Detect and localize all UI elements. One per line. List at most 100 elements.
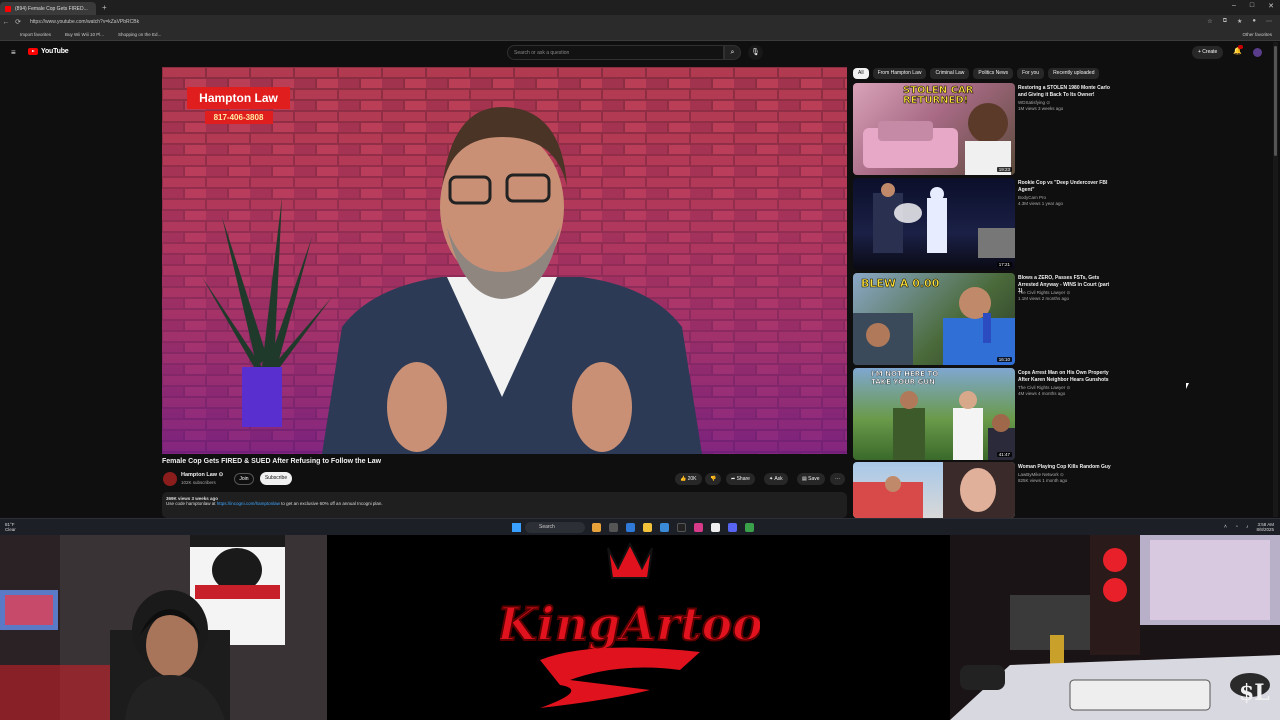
search-input[interactable]: Search or ask a question (507, 45, 724, 60)
maximize-icon[interactable]: □ (1250, 2, 1254, 10)
search-button[interactable]: ⌕ (724, 45, 741, 60)
volume-icon[interactable]: ♪ (1246, 524, 1249, 530)
refresh-icon[interactable]: ⟳ (12, 18, 24, 26)
recommendation-item[interactable]: I'M NOT HERE TO TAKE YOUR GUN 41:47 Cops… (853, 368, 1115, 460)
dislike-button[interactable]: 👎 (705, 473, 722, 485)
duration-badge: 19:23 (996, 167, 1012, 172)
kingartoo-logo: KingArtoo (500, 541, 760, 708)
tiktok-icon[interactable] (677, 523, 686, 532)
taskbar-clock[interactable]: 3:58 AM 8/8/2025 (1256, 522, 1274, 532)
chip-politics-news[interactable]: Politics News (973, 68, 1014, 79)
back-icon[interactable]: ← (0, 19, 12, 26)
task-view-icon[interactable] (609, 523, 618, 532)
browser-tab-active[interactable]: (894) Female Cop Gets FIRED... (0, 2, 96, 15)
extensions-icon[interactable]: ⧉ (1223, 18, 1227, 25)
minimize-icon[interactable]: – (1232, 2, 1236, 10)
like-button[interactable]: 👍 20K (675, 473, 702, 485)
video-thumbnail[interactable]: BLEW A 0.00 16:10 (853, 273, 1015, 365)
join-button[interactable]: Join (234, 473, 254, 485)
bookmark-item[interactable]: Shopping on the Ed... (118, 32, 161, 37)
edge-icon[interactable] (626, 523, 635, 532)
channel-avatar[interactable] (163, 472, 177, 486)
ask-button[interactable]: ✦ Ask (764, 473, 788, 485)
recommendation-item[interactable]: STOLEN CAR RETURNED! 19:23 Restoring a S… (853, 83, 1115, 175)
discord-icon[interactable] (728, 523, 737, 532)
app-icon[interactable] (592, 523, 601, 532)
desktop-screen: (894) Female Cop Gets FIRED... + – □ ✕ ←… (0, 0, 1280, 535)
youtube-favicon-icon (5, 5, 11, 12)
duration-badge: 16:10 (996, 357, 1012, 362)
save-label: Save (808, 476, 820, 482)
desc-link[interactable]: https://incogni.com/hamptonlaw (217, 501, 280, 506)
address-bar-row: ← ⟳ https://www.youtube.com/watch?v=kZaV… (0, 15, 1280, 29)
desc-prefix: Use code hamptonlaw at (166, 501, 216, 506)
bookmark-item[interactable]: Import favorites (20, 32, 51, 37)
search-icon: ⌕ (730, 49, 735, 56)
video-thumbnail[interactable]: 17:21 (853, 178, 1015, 270)
taskbar-search[interactable]: Search (525, 522, 585, 533)
new-tab-button[interactable]: + (102, 3, 107, 12)
taskbar-search-label: Search (539, 524, 555, 530)
app-icon[interactable] (711, 523, 720, 532)
notification-badge (1238, 45, 1243, 49)
account-avatar[interactable] (1253, 48, 1262, 57)
description-box[interactable]: 369K views 3 weeks ago Use code hamptonl… (162, 492, 847, 518)
create-button[interactable]: + Create (1192, 46, 1224, 59)
hamburger-menu-icon[interactable]: ≡ (11, 48, 16, 57)
taskbar-pinned-apps (592, 523, 754, 532)
save-button[interactable]: ▤ Save (797, 473, 825, 485)
profile-icon[interactable]: ● (1252, 18, 1256, 25)
star-icon[interactable]: ☆ (1207, 18, 1212, 25)
instagram-icon[interactable] (694, 523, 703, 532)
subscribe-button[interactable]: Subscribe (260, 472, 292, 485)
logo-text: YouTube (41, 48, 69, 55)
thumbnail-text: I'M NOT HERE TO TAKE YOUR GUN (871, 370, 939, 386)
video-thumbnail[interactable]: I'M NOT HERE TO TAKE YOUR GUN 41:47 (853, 368, 1015, 460)
description-text: Use code hamptonlaw at https://incogni.c… (166, 501, 843, 506)
logo-wordmark: KingArtoo (500, 597, 760, 651)
bookmark-item[interactable]: Buy Wii Wiii 10 Pl... (65, 32, 104, 37)
recommendation-item[interactable]: BLEW A 0.00 16:10 Blows a ZERO, Passes F… (853, 273, 1115, 365)
url-field[interactable]: https://www.youtube.com/watch?v=kZaVPbRC… (30, 19, 139, 25)
windows-start-icon[interactable] (512, 523, 521, 532)
other-favorites[interactable]: Other favorites (1242, 32, 1272, 37)
chip-criminal-law[interactable]: Criminal Law (930, 68, 970, 79)
chip-recently-uploaded[interactable]: Recently uploaded (1048, 68, 1100, 79)
favorites-icon[interactable]: ★ (1237, 18, 1242, 25)
tray-chevron-icon[interactable]: ˄ (1224, 524, 1227, 530)
rec-title: Restoring a STOLEN 1980 Monte Carlo and … (1018, 85, 1110, 98)
ask-label: Ask (774, 476, 783, 482)
subscriber-count: 102K subscribers (181, 480, 216, 485)
recommendation-item[interactable]: 17:21 Rookie Cop vs "Deep Undercover FBI… (853, 178, 1115, 270)
recommendation-item[interactable]: Woman Playing Cop Kills Random Guy LawBy… (853, 462, 1115, 518)
settings-menu-icon[interactable]: ⋯ (1266, 18, 1272, 25)
thumbnail-text: STOLEN CAR RETURNED! (903, 85, 974, 106)
rec-meta: 4.3M views 1 year ago (1018, 201, 1064, 206)
more-actions-button[interactable]: ··· (830, 473, 845, 485)
video-thumbnail[interactable]: STOLEN CAR RETURNED! 19:23 (853, 83, 1015, 175)
file-explorer-icon[interactable] (643, 523, 652, 532)
chrome-icon[interactable] (745, 523, 754, 532)
thumbs-up-icon: 👍 (680, 476, 688, 482)
overlay-name: Hampton Law (187, 87, 290, 109)
clock-date: 8/8/2025 (1256, 527, 1274, 532)
windows-taskbar: 81°F Clear Search ˄ ◔ ♪ 3:58 AM 8/8/2025 (0, 518, 1280, 535)
weather-widget[interactable]: 81°F Clear (5, 522, 16, 532)
streamer-webcam (0, 535, 327, 720)
scrollbar-thumb[interactable] (1274, 46, 1277, 156)
close-icon[interactable]: ✕ (1268, 2, 1274, 10)
chip-from-hampton-law[interactable]: From Hampton Law (872, 68, 927, 79)
video-thumbnail[interactable] (853, 462, 1015, 518)
chip-all[interactable]: All (853, 68, 869, 79)
youtube-header: ≡ YouTube Search or ask a question ⌕ 🎙 +… (0, 42, 1280, 64)
wifi-icon[interactable]: ◔ (1235, 524, 1238, 530)
youtube-logo[interactable]: YouTube (28, 48, 69, 55)
video-player[interactable]: Hampton Law 817-406-3808 (162, 67, 847, 454)
channel-name[interactable]: Hampton Law ⊙ (181, 472, 223, 478)
chip-for-you[interactable]: For you (1017, 68, 1045, 79)
store-icon[interactable] (660, 523, 669, 532)
microphone-icon: 🎙 (751, 49, 760, 56)
share-button[interactable]: ➦ Share (726, 473, 755, 485)
room-camera (950, 535, 1280, 720)
voice-search-button[interactable]: 🎙 (748, 45, 763, 60)
